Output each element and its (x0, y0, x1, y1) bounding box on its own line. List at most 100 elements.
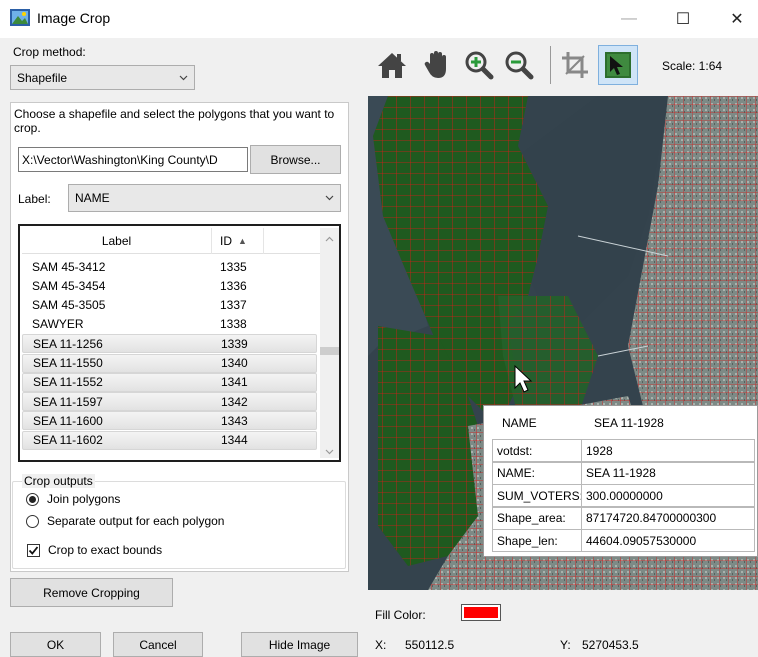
list-row[interactable]: SAM 45-3454 1336 (22, 276, 317, 295)
list-row[interactable]: SAM 45-3505 1337 (22, 296, 317, 315)
fill-color-swatch[interactable] (461, 604, 501, 621)
title-bar: Image Crop — ☐ ✕ (0, 0, 758, 38)
row-label: SEA 11-1256 (33, 336, 103, 351)
separate-output-option[interactable]: Separate output for each polygon (26, 514, 224, 528)
row-label: SAM 45-3412 (32, 259, 106, 274)
list-row[interactable]: SEA 11-1550 1340 (22, 353, 317, 373)
attribute-key: NAME: (492, 461, 582, 485)
attribute-key: Shape_len: (492, 529, 582, 552)
join-polygons-radio[interactable] (26, 492, 39, 506)
column-header-id-text: ID (220, 234, 232, 248)
attribute-value: 300.00000000 (581, 484, 755, 507)
list-row[interactable]: SEA 11-1552 1341 (22, 372, 317, 392)
cancel-button[interactable]: Cancel (113, 632, 203, 657)
app-icon (10, 9, 30, 26)
list-row[interactable]: SEA 11-1600 1343 (22, 411, 317, 431)
row-id: 1339 (221, 336, 248, 351)
maximize-button[interactable]: ☐ (660, 0, 706, 38)
x-coordinate-value: 550112.5 (405, 638, 455, 652)
pan-hand-icon (424, 51, 446, 78)
chevron-down-icon (325, 195, 334, 201)
row-id: 1343 (221, 413, 248, 428)
zoom-in-icon (465, 51, 494, 80)
pan-button[interactable] (420, 48, 454, 82)
y-coordinate-value: 5270453.5 (582, 638, 639, 652)
row-id: 1335 (220, 259, 247, 274)
exact-bounds-checkbox[interactable] (27, 543, 40, 557)
row-id: 1337 (220, 298, 247, 313)
list-row[interactable]: SAM 45-3412 1335 (22, 257, 317, 276)
crop-icon (562, 52, 588, 78)
row-label: SAM 45-3505 (32, 298, 106, 313)
fill-color-label: Fill Color: (375, 608, 426, 622)
crop-method-value: Shapefile (17, 70, 68, 85)
attribute-value: 87174720.84700000300 (581, 506, 755, 530)
exact-bounds-option[interactable]: Crop to exact bounds (27, 543, 162, 557)
toolbar-divider (550, 46, 551, 84)
row-label: SEA 11-1602 (33, 433, 103, 448)
row-label: SEA 11-1597 (33, 394, 103, 409)
chevron-down-icon (179, 75, 188, 80)
label-field-value: NAME (75, 191, 110, 205)
column-header-label[interactable]: Label (22, 228, 212, 254)
row-id: 1344 (221, 433, 248, 448)
close-button[interactable]: ✕ (714, 0, 758, 38)
row-label: SAM 45-3454 (32, 278, 106, 293)
row-label: SEA 11-1552 (33, 375, 103, 390)
separate-output-label: Separate output for each polygon (47, 514, 225, 528)
list-row[interactable]: SAWYER 1338 (22, 315, 317, 334)
scroll-up-icon[interactable] (325, 236, 334, 242)
row-id: 1341 (221, 375, 248, 390)
attribute-header-value: SEA 11-1928 (594, 416, 664, 430)
minimize-button[interactable]: — (606, 0, 652, 38)
attribute-header-key: NAME (502, 416, 537, 430)
exact-bounds-label: Crop to exact bounds (48, 543, 163, 557)
shapefile-instructions: Choose a shapefile and select the polygo… (14, 107, 335, 135)
label-field-caption: Label: (18, 192, 51, 206)
list-scrollbar[interactable] (320, 228, 339, 458)
browse-button[interactable]: Browse... (250, 145, 341, 174)
sort-ascending-icon: ▲ (238, 236, 247, 246)
join-polygons-label: Join polygons (47, 492, 121, 506)
zoom-out-button[interactable] (502, 48, 536, 82)
zoom-out-icon (505, 51, 534, 80)
join-polygons-option[interactable]: Join polygons (26, 492, 120, 506)
row-id: 1336 (220, 278, 247, 293)
list-row[interactable]: SEA 11-1256 1339 (22, 334, 317, 354)
hide-image-button[interactable]: Hide Image (241, 632, 358, 657)
list-row[interactable]: SEA 11-1597 1342 (22, 392, 317, 412)
attribute-value: 1928 (581, 439, 755, 462)
attribute-key: votdst: (492, 439, 582, 462)
separate-output-radio[interactable] (26, 514, 39, 528)
attribute-value: SEA 11-1928 (581, 461, 755, 485)
crop-tool-button[interactable] (558, 48, 592, 82)
ok-button[interactable]: OK (10, 632, 101, 657)
row-id: 1340 (221, 356, 248, 370)
row-label: SEA 11-1600 (33, 413, 103, 428)
scroll-thumb[interactable] (320, 347, 339, 355)
label-field-select[interactable]: NAME (68, 184, 341, 212)
crop-method-label: Crop method: (13, 45, 86, 59)
attribute-value: 44604.09057530000 (581, 529, 755, 552)
home-button[interactable] (375, 48, 409, 82)
shapefile-path-input[interactable]: X:\Vector\Washington\King County\D (18, 147, 248, 172)
column-header-id[interactable]: ID ▲ (212, 228, 264, 254)
scroll-down-icon[interactable] (325, 449, 334, 455)
list-row[interactable]: SEA 11-1602 1344 (22, 430, 317, 450)
select-polygon-button[interactable] (598, 45, 638, 85)
crop-method-select[interactable]: Shapefile (10, 65, 195, 90)
row-id: 1342 (221, 394, 248, 409)
attribute-key: SUM_VOTERS: (492, 484, 582, 507)
row-label: SAWYER (32, 317, 84, 332)
zoom-in-button[interactable] (462, 48, 496, 82)
row-id: 1338 (220, 317, 247, 332)
scale-readout: Scale: 1:64 (662, 59, 723, 73)
polygon-list[interactable]: Label ID ▲ SAM 45-3412 1335 SAM 45-3454 133… (18, 224, 341, 462)
select-polygon-icon (605, 52, 631, 78)
remove-cropping-button[interactable]: Remove Cropping (10, 578, 173, 607)
attribute-table: NAME SEA 11-1928 votdst: 1928 NAME: SEA 11-… (483, 405, 758, 557)
y-coordinate-label: Y: (560, 638, 571, 652)
checkmark-icon (28, 545, 39, 555)
attribute-key: Shape_area: (492, 506, 582, 530)
list-header: Label ID ▲ (22, 228, 320, 254)
